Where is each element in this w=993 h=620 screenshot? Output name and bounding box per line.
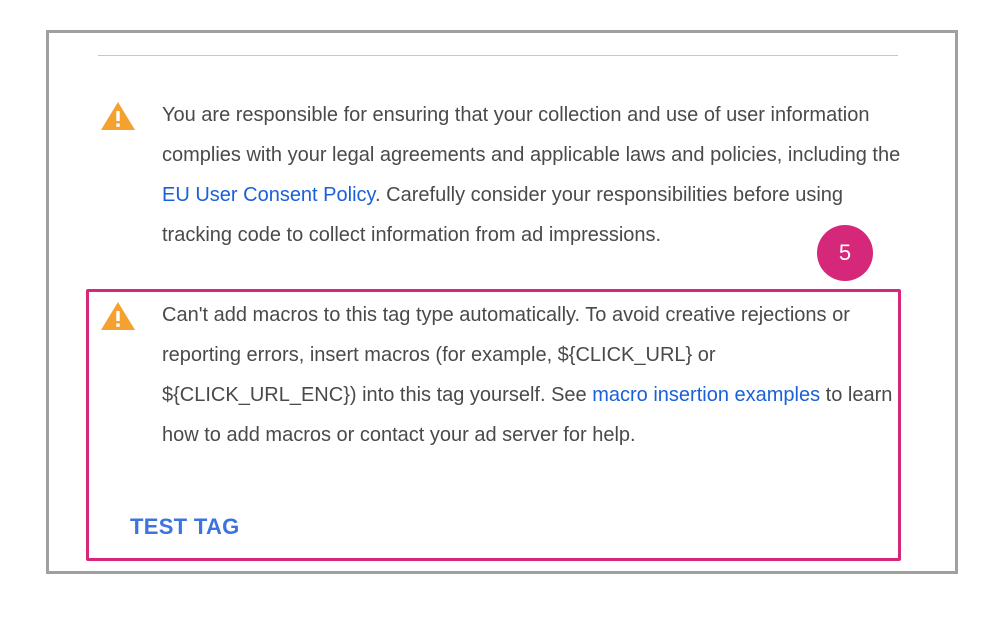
macro-warning-text: Can't add macros to this tag type automa… xyxy=(162,295,902,455)
test-tag-button[interactable]: TEST TAG xyxy=(130,514,240,540)
consent-warning-text-before: You are responsible for ensuring that yo… xyxy=(162,104,901,166)
step-number-badge: 5 xyxy=(817,225,873,281)
consent-warning-text: You are responsible for ensuring that yo… xyxy=(162,95,902,255)
section-divider xyxy=(98,55,898,56)
warning-triangle-icon xyxy=(101,102,135,130)
eu-user-consent-policy-link[interactable]: EU User Consent Policy xyxy=(162,184,375,206)
warning-triangle-icon xyxy=(101,302,135,330)
macro-insertion-examples-link[interactable]: macro insertion examples xyxy=(592,384,820,406)
